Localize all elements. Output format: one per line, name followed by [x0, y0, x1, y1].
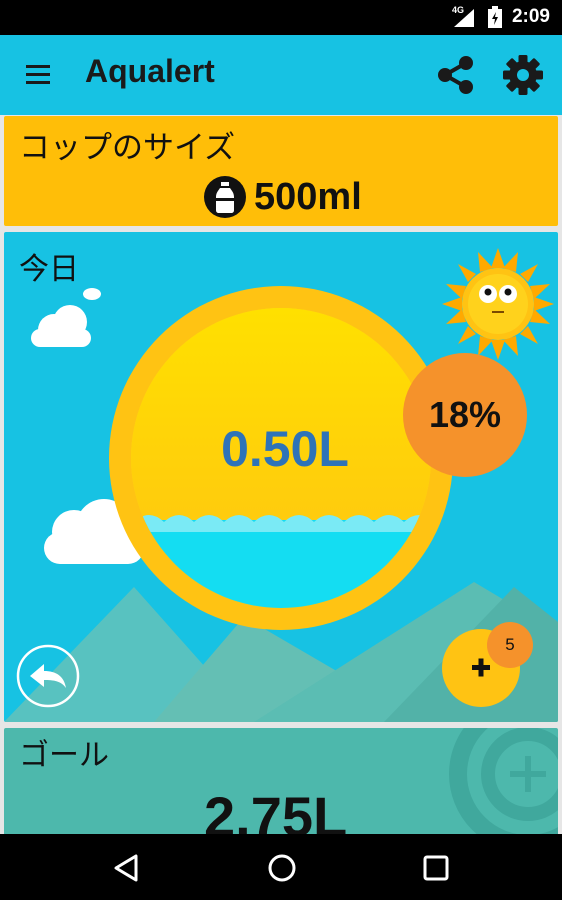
app-bar: Aqualert — [0, 35, 562, 115]
today-amount: 0.50L — [221, 421, 349, 477]
goal-value: 2.75L — [204, 785, 348, 838]
cloud-medium — [31, 305, 91, 347]
share-button[interactable] — [432, 53, 480, 97]
goal-label: ゴール — [19, 738, 109, 773]
home-nav-icon — [268, 854, 296, 882]
today-label: 今日 — [19, 252, 79, 287]
app-title: Aqualert — [85, 53, 215, 89]
status-bar: 4G 2:09 — [0, 0, 562, 35]
gear-icon — [503, 55, 543, 95]
cup-size-label: コップのサイズ — [19, 130, 236, 166]
undo-button[interactable] — [16, 644, 80, 708]
share-icon — [438, 56, 473, 94]
cup-size-value: 500ml — [254, 176, 362, 218]
sun-character — [442, 248, 554, 360]
recents-nav-icon — [423, 855, 449, 881]
undo-icon — [16, 644, 80, 708]
recents-nav-button[interactable] — [418, 850, 454, 886]
goal-target-decoration — [449, 728, 558, 838]
battery-icon — [488, 6, 502, 28]
status-time: 2:09 — [511, 6, 550, 27]
settings-button[interactable] — [500, 52, 546, 98]
navigation-bar — [0, 834, 562, 900]
bottle-icon — [204, 176, 246, 218]
glass-count-badge: 5 — [505, 635, 515, 654]
back-nav-button[interactable] — [108, 850, 144, 886]
goal-card[interactable]: ゴール 2.75L — [4, 728, 558, 838]
today-card: 今日 0.50L 18% 5 — [4, 232, 558, 722]
progress-percent: 18% — [428, 394, 502, 435]
cloud-small — [83, 288, 101, 300]
menu-icon — [26, 65, 50, 84]
menu-button[interactable] — [18, 59, 58, 91]
signal-icon — [454, 9, 474, 27]
back-nav-icon — [114, 854, 138, 882]
cup-size-card[interactable]: コップのサイズ 500ml — [4, 116, 558, 226]
home-nav-button[interactable] — [264, 850, 300, 886]
